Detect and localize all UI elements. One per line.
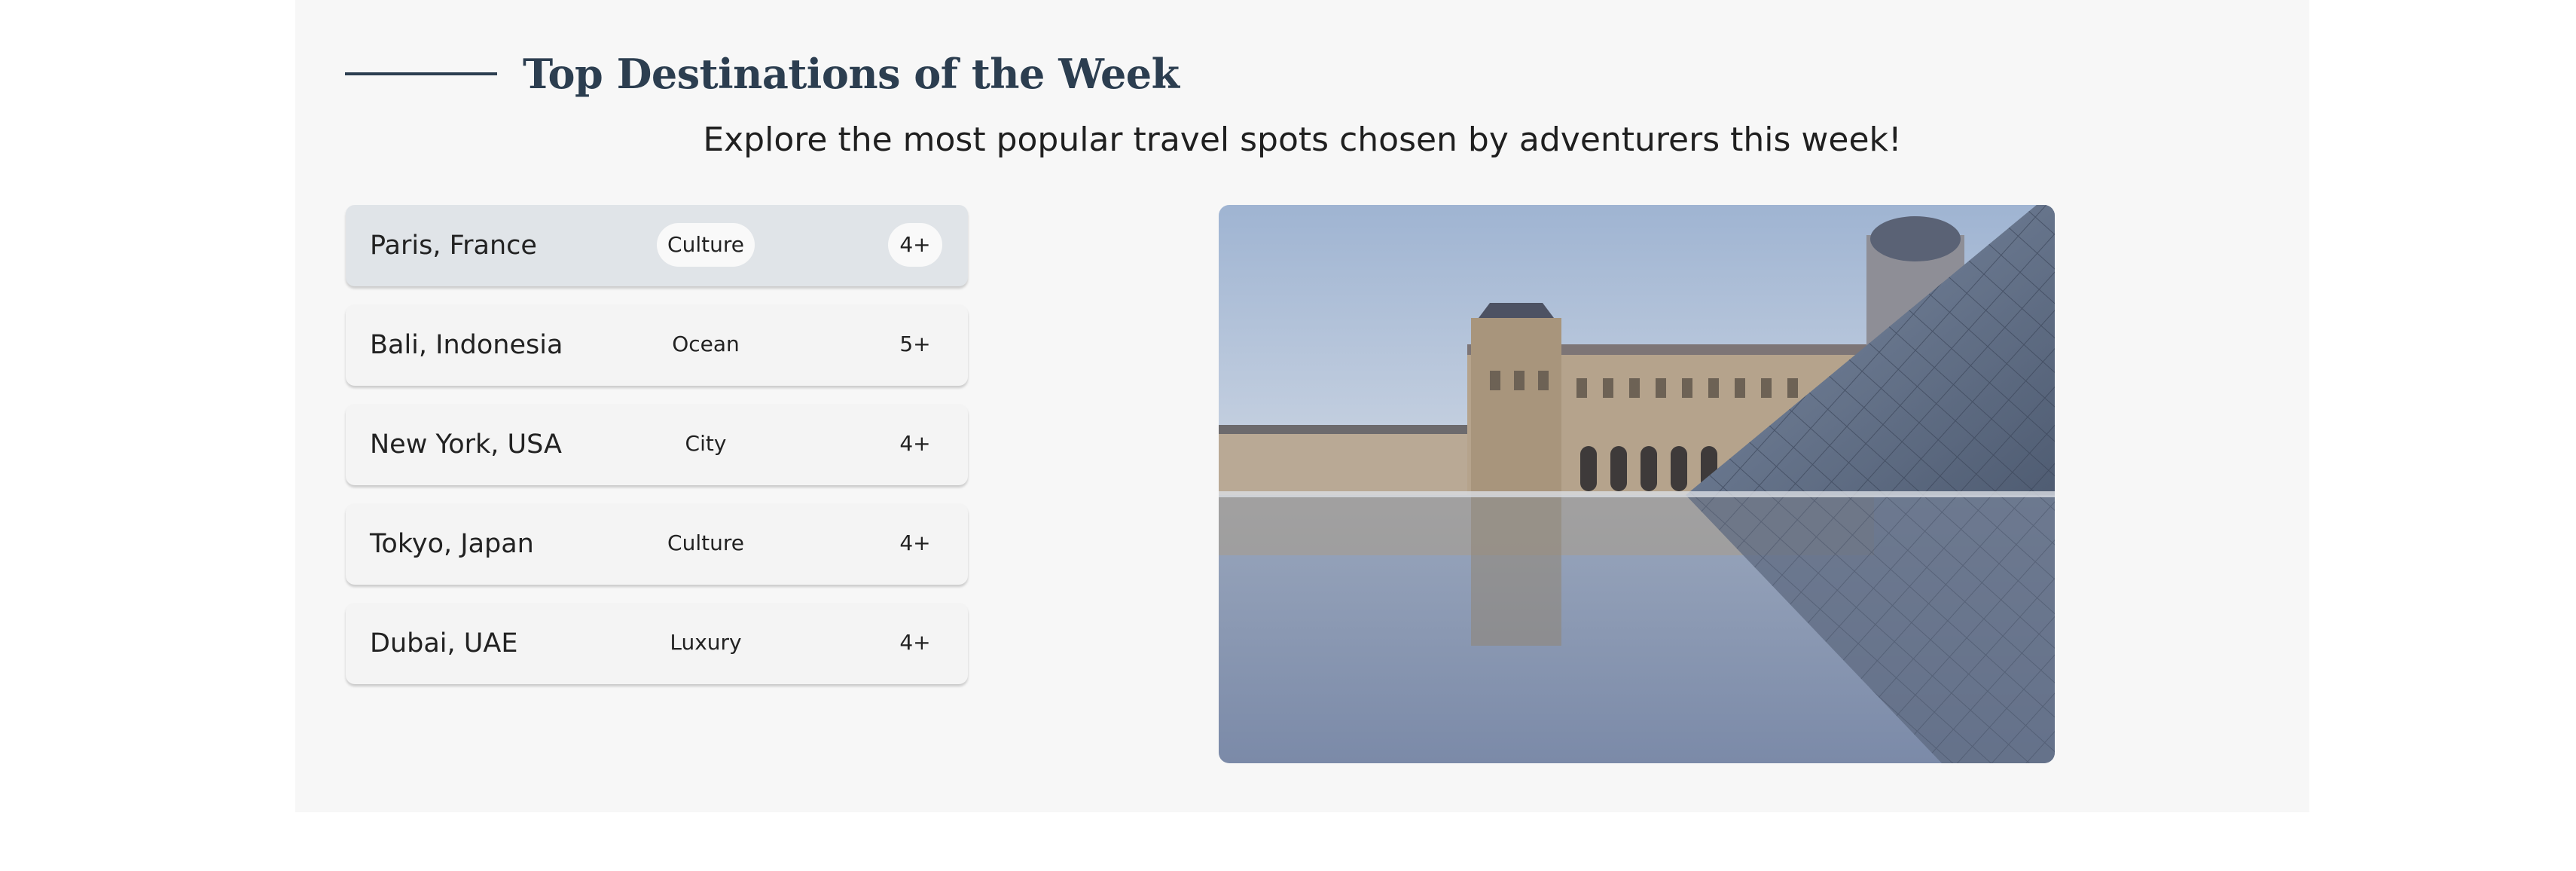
destination-count-badge: 4+ (899, 530, 931, 555)
destination-item-new-york[interactable]: New York, USA City 4+ (346, 404, 968, 485)
destination-photo (1219, 205, 2055, 763)
destination-category-tag: Culture (667, 530, 744, 555)
destination-count-badge: 4+ (899, 630, 931, 655)
top-destinations-section: Top Destinations of the Week Explore the… (295, 0, 2309, 812)
destination-list: Paris, France Culture 4+ Bali, Indonesia… (346, 205, 968, 702)
destination-item-paris[interactable]: Paris, France Culture 4+ (346, 205, 968, 286)
destination-count-badge: 5+ (899, 332, 931, 356)
section-title: Top Destinations of the Week (523, 50, 1180, 98)
destination-name: Bali, Indonesia (370, 330, 563, 360)
destination-item-bali[interactable]: Bali, Indonesia Ocean 5+ (346, 304, 968, 386)
title-divider (345, 72, 497, 75)
destination-name: Tokyo, Japan (370, 529, 534, 559)
destination-name: New York, USA (370, 429, 562, 460)
destination-category-tag: Luxury (670, 630, 742, 655)
destination-name: Dubai, UAE (370, 628, 518, 659)
section-subtitle: Explore the most popular travel spots ch… (703, 121, 1902, 159)
destination-name: Paris, France (370, 231, 537, 261)
section-header: Top Destinations of the Week (345, 44, 1180, 104)
destination-item-dubai[interactable]: Dubai, UAE Luxury 4+ (346, 603, 968, 684)
destination-item-tokyo[interactable]: Tokyo, Japan Culture 4+ (346, 503, 968, 585)
destination-category-tag: Ocean (672, 332, 740, 356)
louvre-pyramid-image (1219, 205, 2055, 763)
destination-category-tag: City (685, 431, 727, 456)
destination-category-tag: Culture (657, 223, 755, 267)
destination-count-badge: 4+ (888, 223, 942, 267)
destination-count-badge: 4+ (899, 431, 931, 456)
